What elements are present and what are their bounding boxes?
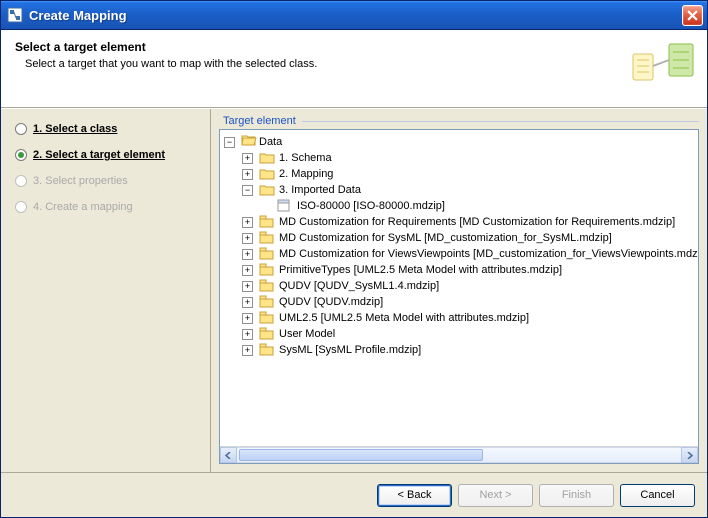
tree-node[interactable]: + MD Customization for SysML [MD_customiz… xyxy=(242,230,696,246)
tree-node[interactable]: − 3. Imported Data xyxy=(242,182,696,198)
tree-node[interactable]: + PrimitiveTypes [UML2.5 Meta Model with … xyxy=(242,262,696,278)
tree-node-label: 2. Mapping xyxy=(279,166,333,182)
window-icon xyxy=(7,7,23,23)
tree-node[interactable]: +1. Schema xyxy=(242,150,696,166)
scroll-track[interactable] xyxy=(237,447,681,463)
folder-open-icon xyxy=(241,133,257,151)
folder-icon xyxy=(259,167,275,181)
tree-node-label: PrimitiveTypes [UML2.5 Meta Model with a… xyxy=(279,262,562,278)
group-label: Target element xyxy=(219,115,699,127)
collapse-toggle[interactable]: − xyxy=(224,137,235,148)
expand-toggle[interactable]: + xyxy=(242,265,253,276)
tree-node[interactable]: + MD Customization for ViewsViewpoints [M… xyxy=(242,246,696,262)
tree-container: −Data+1. Schema+2. Mapping−3. Imported D… xyxy=(219,129,699,464)
page-title: Select a target element xyxy=(15,40,693,54)
radio-icon xyxy=(15,201,27,213)
wizard-step-label: 2. Select a target element xyxy=(33,149,165,161)
tree-node[interactable]: ISO-80000 [ISO-80000.mdzip] xyxy=(260,198,696,214)
wizard-steps-panel: 1. Select a class 2. Select a target elem… xyxy=(1,109,211,472)
target-tree[interactable]: −Data+1. Schema+2. Mapping−3. Imported D… xyxy=(224,134,696,358)
pkg-icon xyxy=(259,247,275,261)
tree-node-label: MD Customization for SysML [MD_customiza… xyxy=(279,230,612,246)
target-panel: Target element −Data+1. Schema+2. Mappin… xyxy=(211,109,707,472)
title-bar: Create Mapping xyxy=(1,1,707,30)
tree-node-label: QUDV [QUDV.mdzip] xyxy=(279,294,383,310)
tree-node-label: UML2.5 [UML2.5 Meta Model with attribute… xyxy=(279,310,529,326)
tree-node[interactable]: + User Model xyxy=(242,326,696,342)
pkg-icon xyxy=(259,327,275,341)
expand-toggle[interactable]: + xyxy=(242,153,253,164)
horizontal-scrollbar[interactable] xyxy=(220,446,698,463)
tree-node[interactable]: + MD Customization for Requirements [MD C… xyxy=(242,214,696,230)
button-bar: < Back Next > Finish Cancel xyxy=(1,472,707,517)
chevron-left-icon xyxy=(225,452,232,459)
pkg-icon xyxy=(259,311,275,325)
expand-toggle[interactable]: + xyxy=(242,329,253,340)
close-button[interactable] xyxy=(682,5,703,26)
tree-node-label: SysML [SysML Profile.mdzip] xyxy=(279,342,421,358)
tree-node[interactable]: + QUDV [QUDV_SysML1.4.mdzip] xyxy=(242,278,696,294)
collapse-toggle[interactable]: − xyxy=(242,185,253,196)
tree-node[interactable]: + UML2.5 [UML2.5 Meta Model with attribut… xyxy=(242,310,696,326)
tree-node-label: 3. Imported Data xyxy=(279,182,361,198)
pkg-icon xyxy=(259,263,275,277)
pkg-icon xyxy=(259,343,275,357)
expand-toggle[interactable]: + xyxy=(242,281,253,292)
pkg-icon xyxy=(259,279,275,293)
cancel-button[interactable]: Cancel xyxy=(620,484,695,507)
tree-node[interactable]: +2. Mapping xyxy=(242,166,696,182)
expand-toggle[interactable]: + xyxy=(242,345,253,356)
wizard-header: Select a target element Select a target … xyxy=(1,30,707,108)
header-graphic-icon xyxy=(627,38,697,98)
expand-toggle[interactable]: + xyxy=(242,249,253,260)
pkg-icon xyxy=(259,231,275,245)
wizard-step-label: 4. Create a mapping xyxy=(33,201,133,213)
scroll-left-button[interactable] xyxy=(220,447,237,463)
wizard-step-label: 3. Select properties xyxy=(33,175,128,187)
close-icon xyxy=(687,10,698,21)
expand-toggle[interactable]: + xyxy=(242,233,253,244)
tree-node[interactable]: + QUDV [QUDV.mdzip] xyxy=(242,294,696,310)
file-icon xyxy=(277,199,293,213)
finish-button[interactable]: Finish xyxy=(539,484,614,507)
group-label-text: Target element xyxy=(223,115,296,127)
back-button[interactable]: < Back xyxy=(377,484,452,507)
toggle-spacer xyxy=(260,201,271,212)
wizard-step-label: 1. Select a class xyxy=(33,123,117,135)
pkg-icon xyxy=(259,295,275,309)
wizard-step[interactable]: 1. Select a class xyxy=(15,123,202,135)
tree-node-label: User Model xyxy=(279,326,335,342)
wizard-step: 4. Create a mapping xyxy=(15,201,202,213)
expand-toggle[interactable]: + xyxy=(242,217,253,228)
tree-node-label: QUDV [QUDV_SysML1.4.mdzip] xyxy=(279,278,439,294)
tree-node-label: Data xyxy=(259,134,282,150)
expand-toggle[interactable]: + xyxy=(242,297,253,308)
tree-node-label: 1. Schema xyxy=(279,150,332,166)
next-button[interactable]: Next > xyxy=(458,484,533,507)
tree-node[interactable]: + SysML [SysML Profile.mdzip] xyxy=(242,342,696,358)
pkg-icon xyxy=(259,215,275,229)
radio-icon xyxy=(15,123,27,135)
chevron-right-icon xyxy=(686,452,693,459)
window-title: Create Mapping xyxy=(29,8,127,23)
folder-icon xyxy=(259,151,275,165)
tree-scroll[interactable]: −Data+1. Schema+2. Mapping−3. Imported D… xyxy=(220,130,698,446)
main-area: 1. Select a class 2. Select a target elem… xyxy=(1,108,707,472)
wizard-step[interactable]: 2. Select a target element xyxy=(15,149,202,161)
page-subtitle: Select a target that you want to map wit… xyxy=(15,58,693,70)
scroll-right-button[interactable] xyxy=(681,447,698,463)
tree-node-label: MD Customization for ViewsViewpoints [MD… xyxy=(279,246,698,262)
wizard-step: 3. Select properties xyxy=(15,175,202,187)
expand-toggle[interactable]: + xyxy=(242,169,253,180)
folder-icon xyxy=(259,183,275,197)
tree-node-label: ISO-80000 [ISO-80000.mdzip] xyxy=(297,198,445,214)
scroll-thumb[interactable] xyxy=(239,449,483,461)
radio-icon xyxy=(15,175,27,187)
radio-icon xyxy=(15,149,27,161)
tree-node-label: MD Customization for Requirements [MD Cu… xyxy=(279,214,675,230)
expand-toggle[interactable]: + xyxy=(242,313,253,324)
tree-node[interactable]: − Data xyxy=(224,134,696,150)
